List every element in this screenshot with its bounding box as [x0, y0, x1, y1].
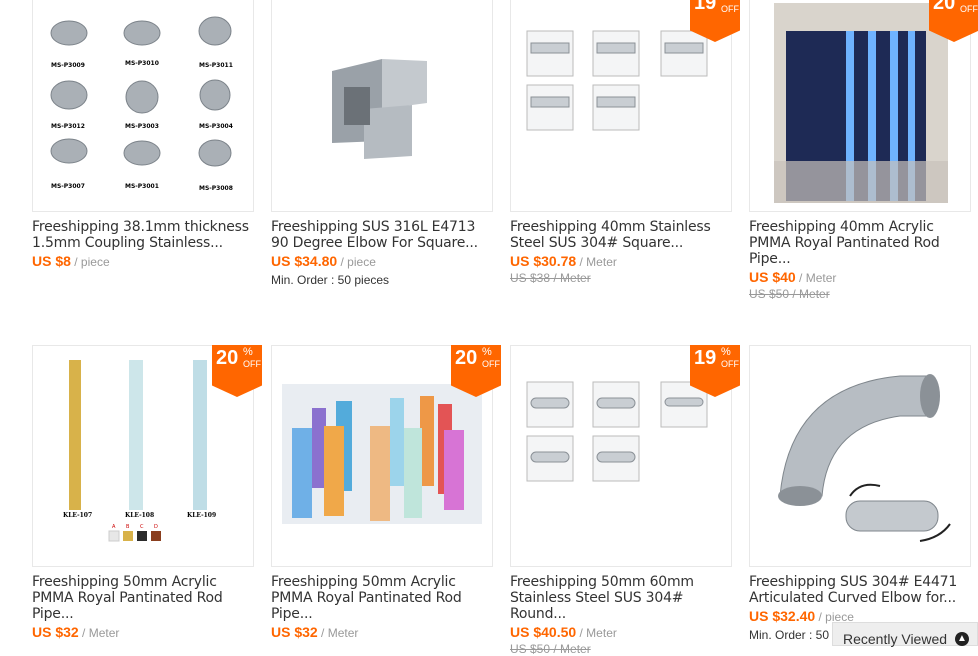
end-caps-image: MS-P3009 MS-P3010 MS-P3011 MS-P3012 MS-P… [50, 16, 233, 192]
discount-value: 19 [694, 347, 717, 369]
price-unit: / Meter [579, 255, 617, 269]
cap-label: MS-P3003 [125, 123, 159, 130]
percent-sign: % [960, 0, 970, 3]
price-line: US $40 / Meter [749, 269, 971, 285]
swatch-label: D [154, 524, 158, 530]
percent-sign: % [243, 346, 253, 358]
swatch-label: B [126, 524, 130, 530]
price: US $32 [271, 624, 318, 640]
original-price: US $50 / Meter [510, 642, 591, 656]
cap-label: MS-P3009 [51, 62, 85, 69]
discount-value: 19 [694, 0, 717, 14]
product-card[interactable]: 20 % OFF Freeshipping 40mm Acrylic PMMA … [749, 0, 978, 301]
price-line: US $30.78 / Meter [510, 253, 732, 269]
discount-value: 20 [216, 347, 239, 369]
price-unit: / Meter [579, 626, 617, 640]
swatch-label: C [140, 524, 144, 530]
price-unit: / Meter [799, 271, 837, 285]
product-title[interactable]: Freeshipping 38.1mm thickness 1.5mm Coup… [32, 219, 254, 251]
cap-label: MS-P3012 [51, 123, 85, 130]
product-title[interactable]: Freeshipping 50mm Acrylic PMMA Royal Pan… [32, 574, 254, 622]
rod-label: KLE-108 [125, 512, 154, 519]
percent-sign: % [721, 0, 731, 3]
product-image[interactable] [271, 0, 493, 212]
product-title[interactable]: Freeshipping 50mm Acrylic PMMA Royal Pan… [271, 574, 493, 622]
price-unit: / piece [340, 255, 376, 269]
percent-sign: % [721, 346, 731, 358]
curved-elbow-image [778, 374, 951, 542]
product-title[interactable]: Freeshipping 40mm Stainless Steel SUS 30… [510, 219, 732, 251]
price: US $34.80 [271, 253, 338, 269]
product-card[interactable]: KLE-107 KLE-108 KLE-109 A B C D 20 % OFF… [32, 345, 262, 640]
chevron-up-icon: ▲ [955, 632, 969, 646]
price: US $32.40 [749, 608, 816, 624]
price-line: US $32 / Meter [271, 624, 493, 640]
off-label: OFF [721, 359, 739, 369]
price-line: US $32 / Meter [32, 624, 254, 640]
rod-label: KLE-107 [63, 512, 92, 519]
product-card[interactable]: 19 % OFF Freeshipping 40mm Stainless Ste… [510, 0, 740, 285]
price-line: US $34.80 / piece [271, 253, 493, 269]
price-unit: / piece [74, 255, 110, 269]
price: US $40.50 [510, 624, 577, 640]
price-line: US $40.50 / Meter [510, 624, 732, 640]
price: US $8 [32, 253, 71, 269]
recently-viewed-button[interactable]: Recently Viewed ▲ [832, 622, 978, 647]
price: US $30.78 [510, 253, 577, 269]
product-title[interactable]: Freeshipping SUS 304# E4471 Articulated … [749, 574, 971, 606]
cap-label: MS-P3010 [125, 60, 159, 67]
square-elbow-image [332, 59, 427, 159]
cap-label: MS-P3001 [125, 183, 159, 190]
off-label: OFF [482, 359, 500, 369]
off-label: OFF [721, 4, 739, 14]
recently-viewed-label: Recently Viewed [843, 631, 948, 647]
cap-label: MS-P3007 [51, 183, 85, 190]
price: US $40 [749, 269, 796, 285]
original-price: US $50 / Meter [749, 287, 830, 301]
original-price: US $38 / Meter [510, 271, 591, 285]
price-unit: / Meter [321, 626, 359, 640]
product-card[interactable]: 20 % OFF Freeshipping 50mm Acrylic PMMA … [271, 345, 501, 640]
cap-label: MS-P3004 [199, 123, 233, 130]
rod-label: KLE-109 [187, 512, 216, 519]
price-line: US $8 / piece [32, 253, 254, 269]
min-order: Min. Order : 50 pieces [271, 273, 390, 287]
discount-value: 20 [455, 347, 478, 369]
product-title[interactable]: Freeshipping 40mm Acrylic PMMA Royal Pan… [749, 219, 971, 267]
cap-label: MS-P3011 [199, 62, 233, 69]
cap-label: MS-P3008 [199, 185, 233, 192]
price: US $32 [32, 624, 79, 640]
off-label: OFF [243, 359, 261, 369]
swatch-label: A [112, 524, 116, 530]
product-card[interactable]: 19 % OFF Freeshipping 50mm 60mm Stainles… [510, 345, 740, 656]
product-title[interactable]: Freeshipping 50mm 60mm Stainless Steel S… [510, 574, 732, 622]
product-card[interactable]: Freeshipping SUS 304# E4471 Articulated … [749, 345, 971, 642]
product-image[interactable] [749, 345, 971, 567]
product-image[interactable]: MS-P3009 MS-P3010 MS-P3011 MS-P3012 MS-P… [32, 0, 254, 212]
price-unit: / Meter [82, 626, 120, 640]
product-card[interactable]: MS-P3009 MS-P3010 MS-P3011 MS-P3012 MS-P… [32, 0, 254, 269]
product-card[interactable]: Freeshipping SUS 316L E4713 90 Degree El… [271, 0, 493, 287]
product-title[interactable]: Freeshipping SUS 316L E4713 90 Degree El… [271, 219, 493, 251]
off-label: OFF [960, 4, 978, 14]
percent-sign: % [482, 346, 492, 358]
discount-value: 20 [933, 0, 956, 14]
